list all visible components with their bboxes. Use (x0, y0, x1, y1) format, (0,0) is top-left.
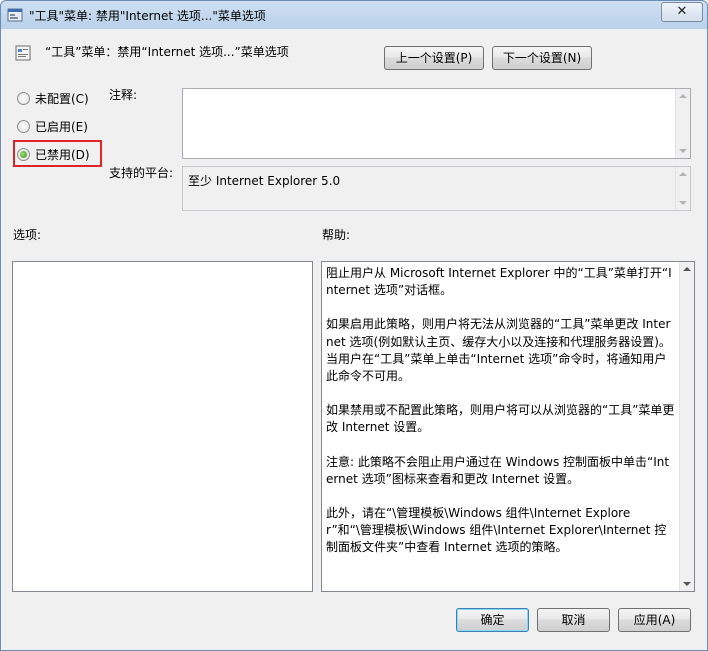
help-paragraph: 注意: 此策略不会阻止用户通过在 Windows 控制面板中单击“Interne… (326, 454, 670, 486)
platform-field: 至少 Internet Explorer 5.0 (182, 166, 691, 211)
radio-enabled-circle[interactable] (17, 120, 30, 133)
platform-label: 支持的平台: (109, 166, 174, 180)
scroll-down-icon[interactable] (679, 149, 687, 153)
platform-value: 至少 Internet Explorer 5.0 (188, 174, 341, 188)
radio-enabled-label: 已启用(E) (35, 120, 88, 134)
platform-scrollbar[interactable] (675, 167, 690, 210)
scroll-up-icon[interactable] (683, 267, 691, 271)
window-title: "工具"菜单: 禁用"Internet 选项..."菜单选项 (29, 9, 266, 23)
help-scrollbar[interactable] (679, 262, 694, 591)
help-text: 阻止用户从 Microsoft Internet Explorer 中的“工具”… (326, 265, 676, 574)
help-panel: 阻止用户从 Microsoft Internet Explorer 中的“工具”… (321, 261, 695, 592)
comment-label: 注释: (109, 88, 138, 102)
highlight-box (13, 140, 102, 167)
scroll-down-icon[interactable] (683, 582, 691, 586)
help-paragraph: 如果启用此策略，则用户将无法从浏览器的“工具”菜单更改 Internet 选项(… (326, 317, 671, 384)
close-icon: ✕ (676, 4, 688, 19)
radio-enabled[interactable]: 已启用(E) (17, 118, 88, 136)
dialog-content: “工具”菜单：禁用“Internet 选项...”菜单选项 上一个设置(P) 下… (1, 29, 707, 650)
radio-not-configured[interactable]: 未配置(C) (17, 90, 89, 108)
help-label: 帮助: (322, 228, 351, 242)
scroll-up-icon[interactable] (679, 94, 687, 98)
close-button[interactable]: ✕ (661, 2, 703, 22)
ok-button[interactable]: 确定 (456, 608, 529, 632)
apply-button[interactable]: 应用(A) (618, 608, 691, 632)
cancel-button[interactable]: 取消 (537, 608, 610, 632)
comment-field[interactable] (182, 88, 691, 159)
radio-not-configured-label: 未配置(C) (35, 92, 89, 106)
policy-dialog-window: "工具"菜单: 禁用"Internet 选项..."菜单选项 ✕ “工具”菜单：… (0, 0, 708, 651)
help-paragraph: 如果禁用或不配置此策略，则用户将可以从浏览器的“工具”菜单更改 Internet… (326, 403, 675, 435)
options-panel (12, 261, 313, 592)
scroll-up-icon[interactable] (679, 172, 687, 176)
comment-scrollbar[interactable] (675, 89, 690, 158)
help-paragraph: 此外，请在“\管理模板\Windows 组件\Internet Explorer… (326, 506, 667, 555)
help-paragraph: 阻止用户从 Microsoft Internet Explorer 中的“工具”… (326, 266, 672, 298)
radio-not-configured-circle[interactable] (17, 92, 30, 105)
policy-name: “工具”菜单：禁用“Internet 选项...”菜单选项 (45, 45, 289, 59)
previous-setting-button[interactable]: 上一个设置(P) (384, 46, 484, 70)
options-label: 选项: (13, 228, 42, 242)
scroll-down-icon[interactable] (679, 201, 687, 205)
policy-window-icon (7, 8, 23, 22)
policy-setting-icon (15, 45, 31, 61)
next-setting-button[interactable]: 下一个设置(N) (492, 46, 592, 70)
title-bar[interactable]: "工具"菜单: 禁用"Internet 选项..."菜单选项 ✕ (1, 1, 707, 29)
